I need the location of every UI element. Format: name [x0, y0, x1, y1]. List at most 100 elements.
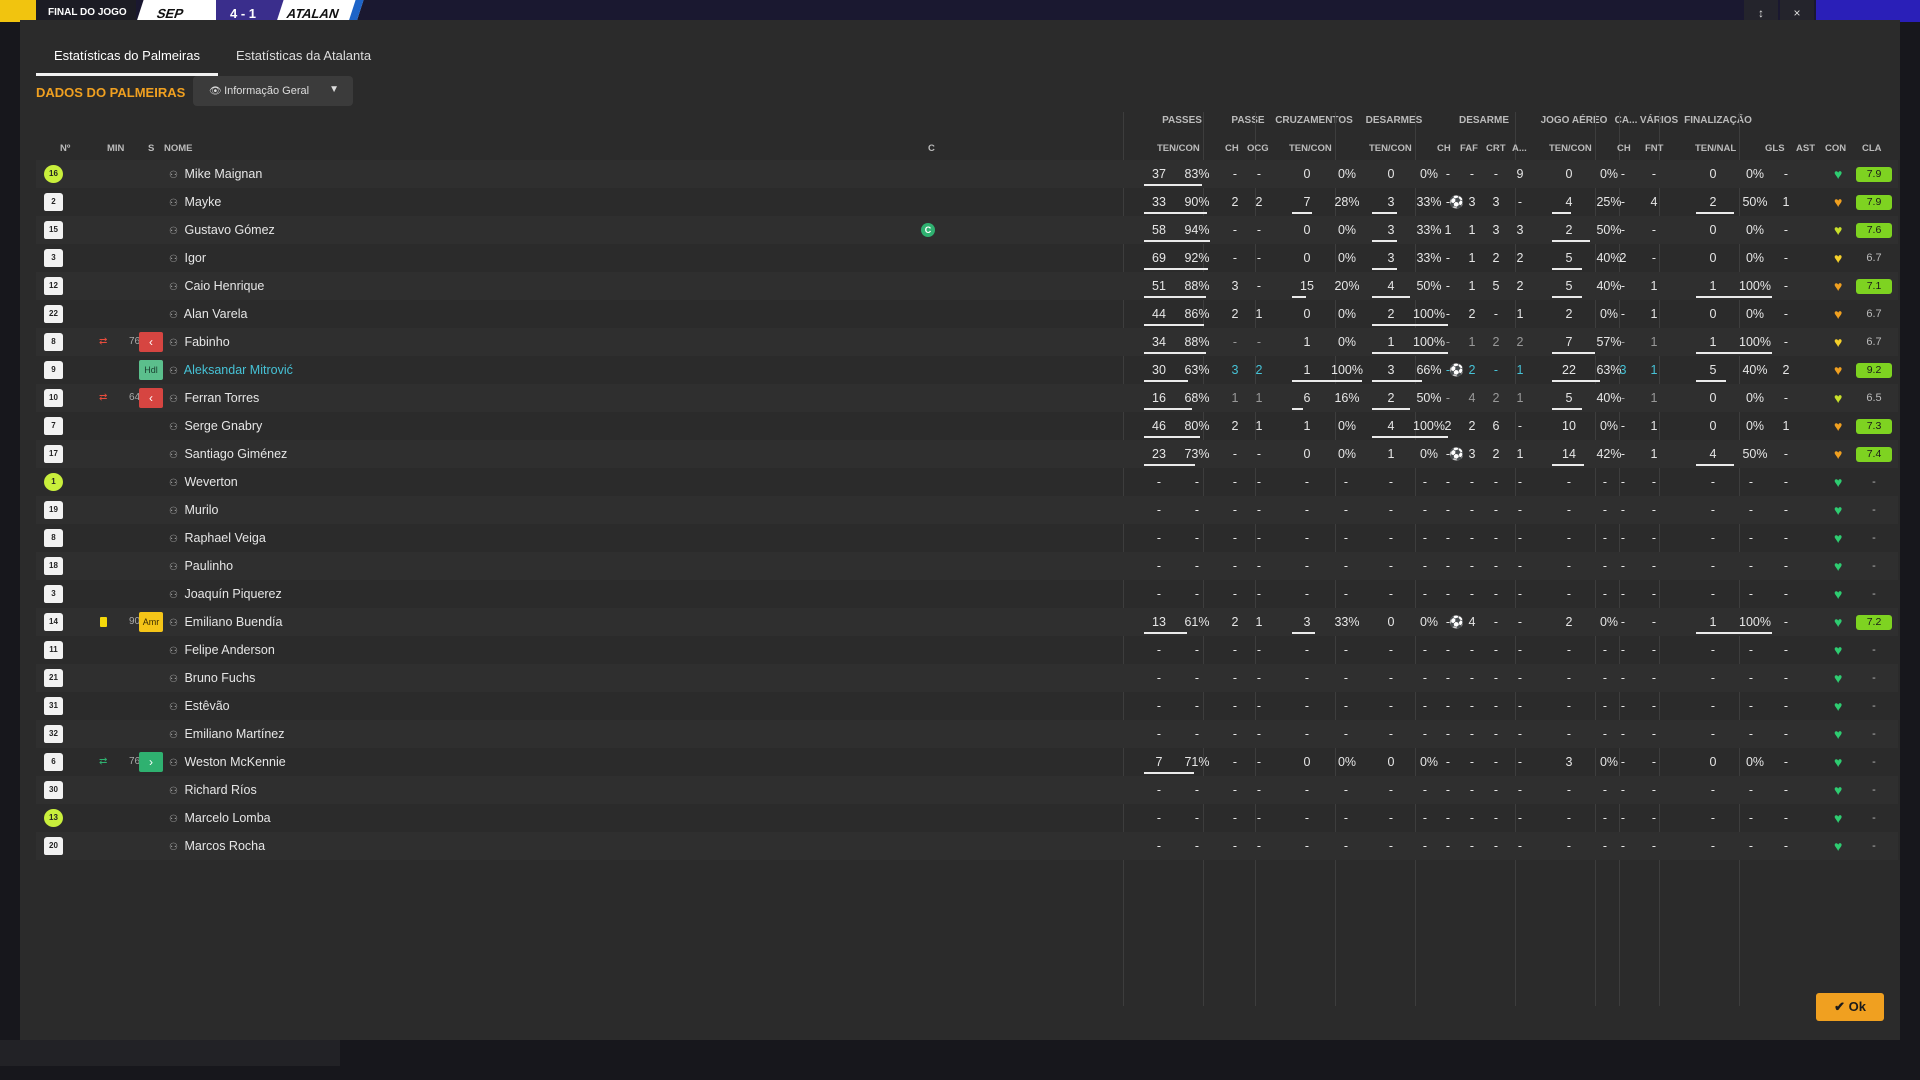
player-name-text[interactable]: Gustavo Gómez — [181, 223, 274, 237]
player-name-text[interactable]: Serge Gnabry — [181, 419, 262, 433]
table-row[interactable]: 3 ⚇ Joaquín Piquerez - - - - - - - - - - - - - - - - - - - ♥ - — [36, 580, 1898, 608]
player-name-text[interactable]: Weston McKennie — [181, 755, 285, 769]
col-des[interactable]: TEN/CON — [1369, 143, 1412, 154]
col-aereo[interactable]: TEN/CON — [1549, 143, 1592, 154]
table-row[interactable]: 19 ⚇ Murilo - - - - - - - - - - - - - - - - - - - ♥ - — [36, 496, 1898, 524]
table-row[interactable]: 17 ⚇ Santiago Giménez 23 73% - -0 0% 1 0% -3 2 1 14 4… — [36, 440, 1898, 468]
table-row[interactable]: 30 ⚇ Richard Ríos - - - - - - - - - - - - - - - - - - - ♥ - — [36, 776, 1898, 804]
table-row[interactable]: 12 ⚇ Caio Henrique 51 88% 3-15 20% 4 50% -1 5 2 5 40… — [36, 272, 1898, 300]
player-name[interactable]: ⚇ Igor — [169, 244, 206, 272]
col-cla[interactable]: CLA — [1862, 143, 1882, 154]
table-row[interactable]: 14 90 Amr ⚇ Emiliano Buendía 13 61% 2 1 3 33% 0 0% -… — [36, 608, 1898, 636]
table-row[interactable]: 21 ⚇ Bruno Fuchs - - - - - - - - - - - - - - - - - - - ♥ - — [36, 664, 1898, 692]
col-fin[interactable]: TEN/NAL — [1695, 143, 1736, 154]
table-row[interactable]: 22 ⚇ Alan Varela 44 86% 2 1 0 0% 2 100% -2-1 2 0% -1 0… — [36, 300, 1898, 328]
player-name[interactable]: ⚇ Weston McKennie — [169, 748, 286, 776]
player-name[interactable]: ⚇ Mike Maignan — [169, 160, 262, 188]
col-gls[interactable]: GLS — [1765, 143, 1785, 154]
table-row[interactable]: 10 ⇄ 64 ‹ ⚇ Ferran Torres 16 68% 1 1 6 16% 2 50% -4 2 1… — [36, 384, 1898, 412]
player-name[interactable]: ⚇ Santiago Giménez — [169, 440, 287, 468]
player-name-text[interactable]: Igor — [181, 251, 206, 265]
player-name[interactable]: ⚇ Aleksandar Mitrović — [169, 356, 293, 384]
player-name[interactable]: ⚇ Fabinho — [169, 328, 230, 356]
player-name-text[interactable]: Felipe Anderson — [181, 643, 274, 657]
col-ast[interactable]: AST — [1796, 143, 1815, 154]
table-row[interactable]: 16 ⚇ Mike Maignan 37 83% - -0 0% 0 0% - - -9 0 0% - -0 0… — [36, 160, 1898, 188]
col-con[interactable]: CON — [1825, 143, 1846, 154]
player-name-text[interactable]: Mike Maignan — [181, 167, 262, 181]
col-ca-ch[interactable]: CH — [1617, 143, 1631, 154]
player-name[interactable]: ⚇ Serge Gnabry — [169, 412, 262, 440]
player-name-text[interactable]: Emiliano Buendía — [181, 615, 282, 629]
table-row[interactable]: 8 ⇄ 76 ‹ ⚇ Fabinho 34 88% - -1 0% 1 100% -1 2 2 7 57% -1 1… — [36, 328, 1898, 356]
tab-palmeiras-stats[interactable]: Estatísticas do Palmeiras — [36, 40, 218, 76]
col-passe-ocg[interactable]: OCG — [1247, 143, 1269, 154]
col-cruz[interactable]: TEN/CON — [1289, 143, 1332, 154]
table-row[interactable]: 8 ⚇ Raphael Veiga - - - - - - - - - - - - - - - - - - - ♥ - — [36, 524, 1898, 552]
view-select[interactable]: 👁 Informação Geral ▼ — [193, 76, 353, 106]
player-name[interactable]: ⚇ Richard Ríos — [169, 776, 257, 804]
chevron-left-icon[interactable]: ‹ — [139, 388, 163, 408]
chevron-right-icon[interactable]: › — [139, 752, 163, 772]
player-name[interactable]: ⚇ Joaquín Piquerez — [169, 580, 282, 608]
player-name-text[interactable]: Ferran Torres — [181, 391, 259, 405]
table-row[interactable]: 6 ⇄ 76 › ⚇ Weston McKennie 7 71% - -0 0% 0 0% - - - -3 0… — [36, 748, 1898, 776]
player-name-text[interactable]: Estêvão — [181, 699, 229, 713]
player-name[interactable]: ⚇ Bruno Fuchs — [169, 664, 255, 692]
col-passe-ch[interactable]: CH — [1225, 143, 1239, 154]
table-row[interactable]: 7 ⚇ Serge Gnabry 46 80% 2 1 1 0% 4 100% 2 2 6-10 0% -1… — [36, 412, 1898, 440]
chevron-left-icon[interactable]: ‹ — [139, 332, 163, 352]
tab-atalanta-stats[interactable]: Estatísticas da Atalanta — [218, 40, 389, 76]
player-name[interactable]: ⚇ Weverton — [169, 468, 238, 496]
table-row[interactable]: 32 ⚇ Emiliano Martínez - - - - - - - - - - - - - - - - - - -… — [36, 720, 1898, 748]
player-name-text[interactable]: Raphael Veiga — [181, 531, 265, 545]
player-name[interactable]: ⚇ Marcos Rocha — [169, 832, 265, 860]
col-c[interactable]: C — [928, 143, 935, 154]
player-name-text[interactable]: Caio Henrique — [181, 279, 264, 293]
player-name-text[interactable]: Marcelo Lomba — [181, 811, 270, 825]
player-name[interactable]: ⚇ Alan Varela — [169, 300, 247, 328]
player-name[interactable]: ⚇ Mayke — [169, 188, 221, 216]
close-icon[interactable]: × — [1780, 0, 1814, 22]
table-row[interactable]: 20 ⚇ Marcos Rocha - - - - - - - - - - - - - - - - - - - ♥ - — [36, 832, 1898, 860]
player-name[interactable]: ⚇ Felipe Anderson — [169, 636, 275, 664]
player-name[interactable]: ⚇ Estêvão — [169, 692, 230, 720]
player-name[interactable]: ⚇ Raphael Veiga — [169, 524, 266, 552]
col-passes[interactable]: TEN/CON — [1157, 143, 1200, 154]
resize-icon[interactable]: ↕ — [1744, 0, 1778, 22]
player-name-text[interactable]: Mayke — [181, 195, 221, 209]
col-desarme-ch[interactable]: CH — [1437, 143, 1451, 154]
ok-button[interactable]: ✔ Ok — [1816, 993, 1884, 1021]
player-name[interactable]: ⚇ Emiliano Martínez — [169, 720, 285, 748]
table-row[interactable]: 9 Hdl ⚇ Aleksandar Mitrović 30 63% 3 2 1 100% 3 66… — [36, 356, 1898, 384]
col-nome[interactable]: NOME — [164, 143, 193, 154]
player-name[interactable]: ⚇ Marcelo Lomba — [169, 804, 271, 832]
col-crt[interactable]: CRT — [1486, 143, 1506, 154]
col-s[interactable]: S — [148, 143, 154, 154]
player-name[interactable]: ⚇ Paulinho — [169, 552, 233, 580]
player-name-text[interactable]: Paulinho — [181, 559, 233, 573]
table-row[interactable]: 31 ⚇ Estêvão - - - - - - - - - - - - - - - - - - - ♥ - — [36, 692, 1898, 720]
table-row[interactable]: 13 ⚇ Marcelo Lomba - - - - - - - - - - - - - - - - - - - ♥ - — [36, 804, 1898, 832]
table-row[interactable]: 3 ⚇ Igor 69 92% - -0 0% 3 33% -1 2 2 5 40% 2-0 0% - ♥ 6.7 — [36, 244, 1898, 272]
player-name-text[interactable]: Murilo — [181, 503, 218, 517]
col-faf[interactable]: FAF — [1460, 143, 1478, 154]
col-min[interactable]: MIN — [107, 143, 124, 154]
table-row[interactable]: 1 ⚇ Weverton - - - - - - - - - - - - - - - - - - - ♥ - — [36, 468, 1898, 496]
player-name-text[interactable]: Alan Varela — [181, 307, 248, 321]
player-name-text[interactable]: Joaquín Piquerez — [181, 587, 281, 601]
col-fnt[interactable]: FNT — [1645, 143, 1663, 154]
player-name[interactable]: ⚇ Gustavo Gómez — [169, 216, 275, 244]
player-name-text[interactable]: Emiliano Martínez — [181, 727, 284, 741]
player-name-text[interactable]: Weverton — [181, 475, 237, 489]
player-name-text[interactable]: Santiago Giménez — [181, 447, 287, 461]
player-name-text[interactable]: Bruno Fuchs — [181, 671, 255, 685]
player-name[interactable]: ⚇ Ferran Torres — [169, 384, 259, 412]
player-name-text[interactable]: Richard Ríos — [181, 783, 256, 797]
player-name[interactable]: ⚇ Caio Henrique — [169, 272, 264, 300]
player-name-text[interactable]: Fabinho — [181, 335, 229, 349]
table-row[interactable]: 2 ⚇ Mayke 33 90% 2 2 7 28% 3 33% -3 3-4 25% -4 2 50% ⚽ 1 ♥… — [36, 188, 1898, 216]
player-name-text[interactable]: Marcos Rocha — [181, 839, 265, 853]
table-row[interactable]: 18 ⚇ Paulinho - - - - - - - - - - - - - - - - - - - ♥ - — [36, 552, 1898, 580]
table-row[interactable]: 11 ⚇ Felipe Anderson - - - - - - - - - - - - - - - - - - - ♥ - — [36, 636, 1898, 664]
